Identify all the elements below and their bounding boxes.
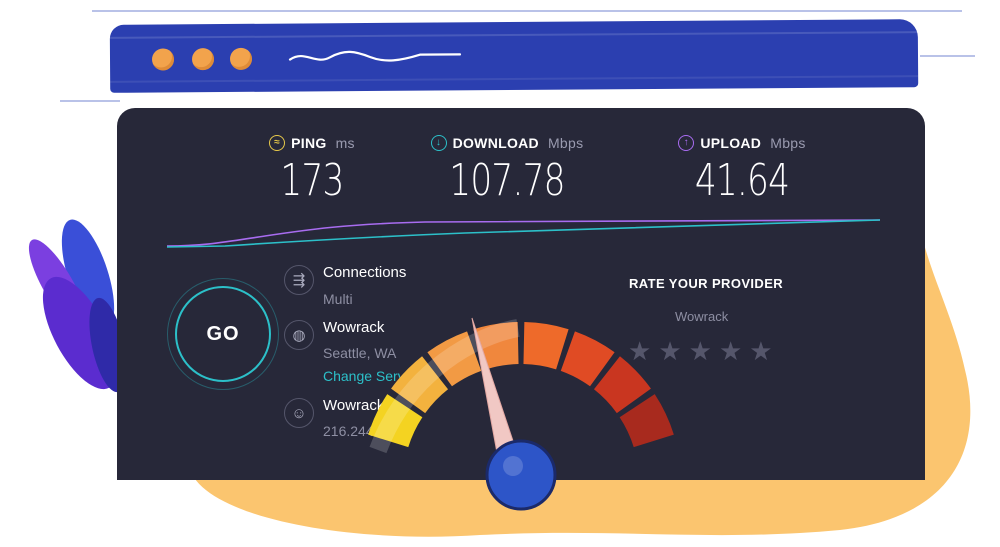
speed-graph: [166, 219, 881, 248]
speedtest-illustration: ≈ PING ms 173 ↓ DOWNLOAD Mbps 107.78 ↑ U…: [0, 0, 1000, 547]
connections-title: Connections: [323, 264, 407, 281]
gauge-hub-shine: [503, 456, 523, 476]
ping-icon: ≈: [269, 135, 286, 151]
ping-unit: ms: [335, 135, 355, 151]
window-dot-icon: [229, 47, 253, 70]
speed-gauge: [368, 317, 674, 511]
address-squiggle: [288, 50, 462, 62]
ping-value: 173: [280, 155, 344, 206]
user-icon: ☺: [284, 398, 314, 428]
rate-provider-title: RATE YOUR PROVIDER: [629, 276, 784, 291]
go-label: GO: [206, 322, 240, 345]
gauge-hub: [485, 439, 557, 511]
star-icon[interactable]: ★: [719, 338, 742, 364]
go-button[interactable]: GO: [175, 286, 271, 382]
streak: [92, 10, 962, 12]
download-header: ↓ DOWNLOAD Mbps: [417, 135, 597, 151]
download-arrow-icon: ↓: [430, 135, 447, 151]
texture-line: [109, 31, 918, 39]
download-line: [166, 219, 881, 248]
upload-header: ↑ UPLOAD Mbps: [662, 135, 822, 151]
browser-titlebar: [109, 19, 919, 93]
decorative-leaves: [28, 219, 127, 393]
star-icon[interactable]: ★: [689, 338, 712, 364]
streak: [60, 100, 120, 102]
download-unit: Mbps: [547, 135, 584, 151]
globe-icon: ◍: [284, 320, 314, 350]
download-label: DOWNLOAD: [452, 135, 539, 151]
texture-line: [110, 75, 919, 83]
ping-header: ≈ PING ms: [247, 135, 377, 151]
upload-label: UPLOAD: [700, 135, 762, 151]
connections-icon: ⇶: [284, 265, 314, 295]
upload-unit: Mbps: [770, 135, 806, 151]
upload-arrow-icon: ↑: [678, 135, 695, 151]
window-dot-icon: [151, 48, 175, 71]
download-value: 107.78: [449, 155, 565, 206]
gauge-segment: [523, 322, 569, 370]
upload-metric: ↑ UPLOAD Mbps 41.64: [662, 135, 822, 206]
ping-label: PING: [291, 135, 327, 151]
upload-value: 41.64: [694, 155, 790, 206]
streak: [920, 55, 975, 57]
window-dot-icon: [191, 48, 215, 71]
star-icon[interactable]: ★: [749, 338, 772, 364]
download-metric: ↓ DOWNLOAD Mbps 107.78: [417, 135, 597, 206]
ping-metric: ≈ PING ms 173: [247, 135, 377, 206]
